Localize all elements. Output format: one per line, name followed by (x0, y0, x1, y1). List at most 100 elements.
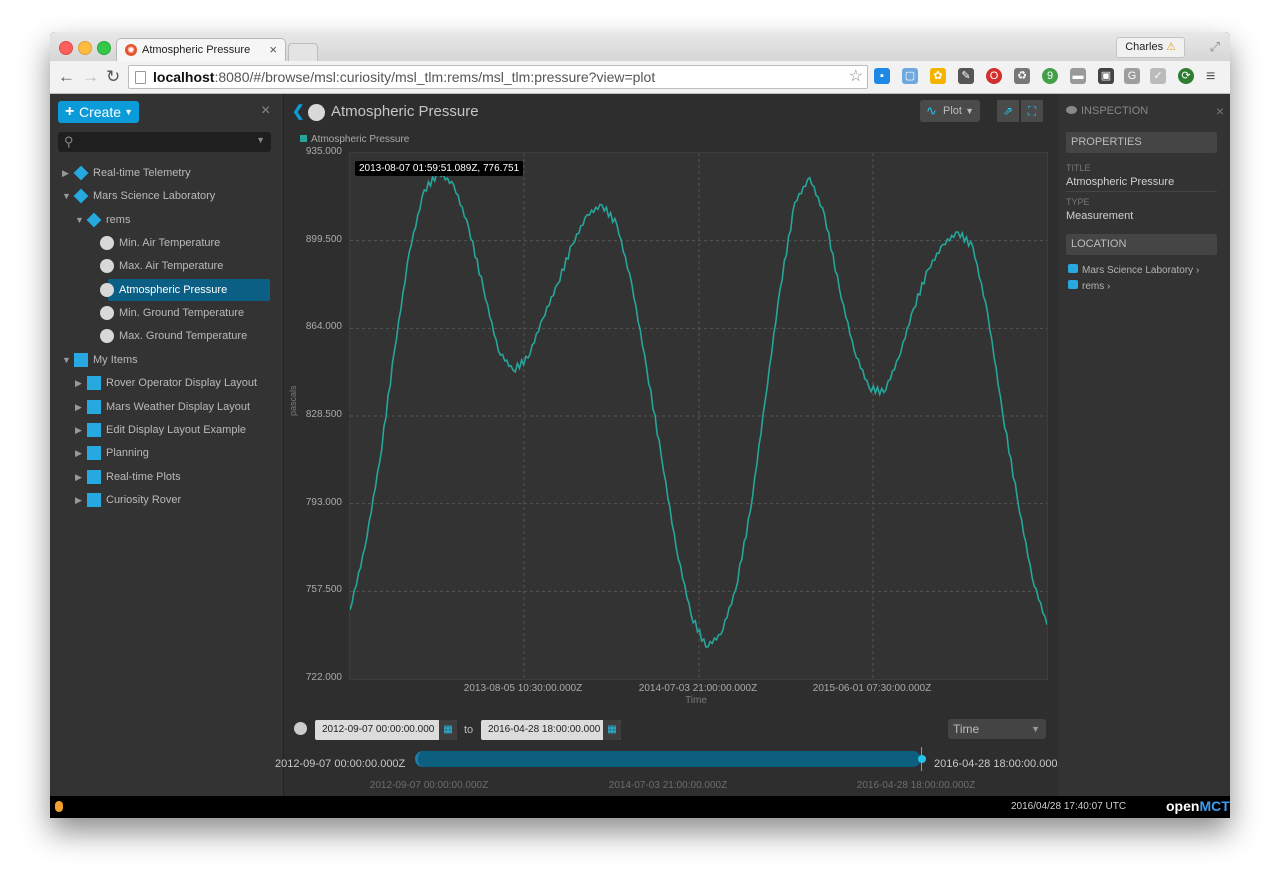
location-item[interactable]: Mars Science Laboratory › (1068, 264, 1199, 276)
extension-icon-8[interactable]: ▬ (1070, 68, 1086, 84)
y-tick-label: 899.500 (305, 233, 342, 245)
minimize-window-button[interactable] (78, 41, 92, 55)
end-date-field[interactable]: 2016-04-28 18:00:00.000 ▦ (481, 720, 621, 740)
close-window-button[interactable] (59, 41, 73, 55)
browser-tab-bar: ✺ Atmospheric Pressure × Charles ⚠ ⤢ (50, 32, 1230, 62)
url-host: localhost (153, 69, 215, 85)
extension-icon-5[interactable]: O (986, 68, 1002, 84)
new-tab-button[interactable] (288, 43, 318, 62)
tree-item[interactable]: ▶ Rover Operator Display Layout (50, 372, 282, 394)
tree-item[interactable]: ▼ Mars Science Laboratory (50, 185, 282, 207)
range-end-handle[interactable] (918, 755, 926, 763)
extension-icon-9[interactable]: ▣ (1098, 68, 1114, 84)
type-property-value: Measurement (1066, 210, 1134, 222)
chevron-down-icon[interactable]: ▼ (62, 349, 72, 371)
chevron-right-icon[interactable]: ▶ (62, 162, 72, 184)
chevron-right-icon[interactable]: ▶ (75, 466, 85, 488)
extension-icon-1[interactable]: ▪ (874, 68, 890, 84)
legend-swatch (300, 135, 307, 142)
tree-item-label: Min. Ground Temperature (119, 307, 245, 320)
status-bar: 2016/04/28 17:40:07 UTC openMCT (50, 796, 1230, 818)
x-axis-label: Time (685, 695, 707, 706)
extension-icon-11[interactable]: ✓ (1150, 68, 1166, 84)
sync-icon[interactable]: ⟳ (1178, 68, 1194, 84)
profile-button[interactable]: Charles ⚠ (1116, 37, 1185, 58)
extension-icon-10[interactable]: G (1124, 68, 1140, 84)
tree-item-label: Mars Weather Display Layout (106, 400, 251, 413)
close-tab-icon[interactable]: × (269, 42, 277, 57)
address-bar[interactable]: localhost:8080/#/browse/msl:curiosity/ms… (128, 65, 868, 89)
tree-item[interactable]: Max. Air Temperature (50, 255, 282, 277)
fullscreen-icon[interactable]: ⤢ (1210, 39, 1220, 55)
plot-svg (349, 153, 1048, 679)
main-pane: ❮ Atmospheric Pressure ∿ Plot ▼ ⇗ ⛶ Atmo… (275, 94, 1064, 796)
close-pane-icon[interactable]: × (261, 102, 270, 120)
time-system-value: Time (953, 722, 980, 736)
tree-item[interactable]: Min. Ground Temperature (50, 302, 282, 324)
extension-icon-7[interactable]: 9 (1042, 68, 1058, 84)
time-system-select[interactable]: Time ▼ (948, 719, 1046, 739)
range-tick: 2012-09-07 00:00:00.000Z (369, 780, 489, 791)
folder-icon (87, 469, 101, 484)
tree-item[interactable]: ▶ Curiosity Rover (50, 489, 282, 511)
new-window-button[interactable]: ⇗ (997, 100, 1019, 122)
start-date-field[interactable]: 2012-09-07 00:00:00.000 ▦ (315, 720, 457, 740)
browser-tab[interactable]: ✺ Atmospheric Pressure × (116, 38, 286, 62)
search-menu-chevron-icon[interactable]: ▼ (256, 135, 265, 145)
tree-item-label: Atmospheric Pressure (119, 283, 228, 296)
reload-icon[interactable]: ↻ (106, 67, 120, 87)
fullscreen-button[interactable]: ⛶ (1021, 100, 1043, 122)
location-item[interactable]: rems › (1068, 280, 1110, 292)
tree-item[interactable]: ▶ Mars Weather Display Layout (50, 396, 282, 418)
zoom-window-button[interactable] (97, 41, 111, 55)
tree-item[interactable]: ▼ rems (50, 209, 282, 231)
divider (1066, 191, 1217, 192)
tree-item[interactable]: Atmospheric Pressure (100, 278, 270, 301)
forward-arrow-icon[interactable]: → (82, 67, 99, 87)
back-arrow-icon[interactable]: ← (58, 67, 75, 87)
chevron-right-icon[interactable]: ▶ (75, 442, 85, 464)
chevron-right-icon[interactable]: ▶ (75, 372, 85, 394)
bookmark-star-icon[interactable]: ☆ (849, 66, 863, 88)
tree-item[interactable]: Min. Air Temperature (50, 232, 282, 254)
recycle-icon[interactable]: ♻ (1014, 68, 1030, 84)
range-start-handle[interactable] (415, 751, 428, 767)
tree-item[interactable]: ▶ Edit Display Layout Example (50, 419, 282, 441)
telemetry-icon (73, 165, 89, 181)
create-button[interactable]: + Create ▼ (58, 101, 139, 123)
close-inspector-icon[interactable]: × (1216, 103, 1224, 119)
chevron-down-icon[interactable]: ▼ (62, 185, 72, 207)
tree-item[interactable]: ▼ My Items (50, 349, 282, 371)
tree-item[interactable]: ▶ Real-time Telemetry (50, 162, 282, 184)
end-date-value: 2016-04-28 18:00:00.000 (488, 724, 601, 735)
tree-item[interactable]: ▶ Planning (50, 442, 282, 464)
plot-area[interactable] (349, 152, 1048, 680)
chevron-right-icon[interactable]: ▶ (75, 396, 85, 418)
tree-item-label: rems (106, 213, 131, 226)
search-input[interactable]: ⚲ ▼ (58, 132, 271, 152)
folder-icon (87, 446, 101, 461)
chevron-right-icon[interactable]: ▶ (75, 489, 85, 511)
plot-icon: ∿ (926, 103, 937, 118)
tree-item[interactable]: ▶ Real-time Plots (50, 466, 282, 488)
range-tick: 2014-07-03 21:00:00.000Z (608, 780, 728, 791)
calendar-icon[interactable]: ▦ (603, 720, 621, 740)
calendar-icon[interactable]: ▦ (439, 720, 457, 740)
x-tick-label: 2015-06-01 07:30:00.000Z (812, 683, 932, 694)
time-range-slider[interactable] (415, 747, 926, 771)
tree-item-label: Mars Science Laboratory (93, 190, 216, 203)
menu-icon[interactable]: ≡ (1206, 67, 1215, 87)
tree-item-label: Curiosity Rover (106, 493, 182, 506)
extension-icon-2[interactable]: ▢ (902, 68, 918, 84)
back-chevron-icon[interactable]: ❮ (292, 102, 305, 120)
extension-icon-4[interactable]: ✎ (958, 68, 974, 84)
view-switcher[interactable]: ∿ Plot ▼ (920, 100, 980, 122)
chevron-down-icon[interactable]: ▼ (75, 209, 85, 231)
tree-item-label: Planning (106, 447, 149, 460)
tree-item-label: My Items (93, 353, 138, 366)
extension-icon-3[interactable]: ✿ (930, 68, 946, 84)
y-axis-label: pascals (288, 385, 298, 416)
tree-item[interactable]: Max. Ground Temperature (50, 325, 282, 347)
chevron-right-icon[interactable]: ▶ (75, 419, 85, 441)
openmct-app: + Create ▼ × ⚲ ▼ ▶ Real-time Telemetry ▼ Ma… (50, 94, 1230, 818)
